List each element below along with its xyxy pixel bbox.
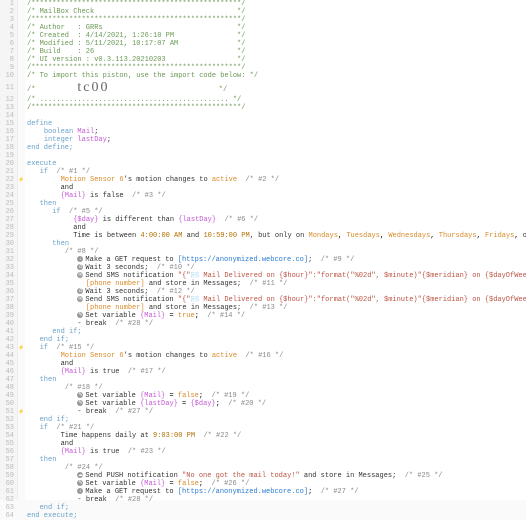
comment: /* Build : 26 */ bbox=[27, 48, 245, 56]
variable: lastDay bbox=[77, 136, 106, 144]
trigger-icon: ⚡ bbox=[18, 176, 25, 184]
text: Time is between bbox=[73, 232, 136, 240]
text: Wait 3 seconds; bbox=[85, 264, 148, 272]
keyword: end if; bbox=[40, 336, 69, 344]
string: "{"✉️ Mail Delivered on {$hour}":"format… bbox=[178, 296, 526, 304]
keyword: integer bbox=[44, 136, 73, 144]
set-icon: ✎ bbox=[77, 480, 83, 486]
keyword: end if; bbox=[40, 504, 69, 512]
comment: /* UI version : v0.3.113.20210203 */ bbox=[27, 56, 245, 64]
variable: Mail bbox=[77, 128, 94, 136]
keyword-then: then bbox=[40, 200, 57, 208]
text: Set variable bbox=[85, 312, 135, 320]
keyword-define: define bbox=[27, 120, 52, 128]
text: is false bbox=[90, 192, 124, 200]
keyword-if: if bbox=[40, 344, 48, 352]
breakpoint-gutter: ⚡ ⚡ ⚡ bbox=[18, 0, 25, 500]
keyword-if: if bbox=[52, 208, 60, 216]
state: active bbox=[212, 176, 237, 184]
import-code: tc00 bbox=[77, 80, 109, 95]
set-icon: ✎ bbox=[77, 312, 83, 318]
keyword: end execute; bbox=[27, 512, 77, 520]
time: 10:59:00 PM bbox=[203, 232, 249, 240]
text: and store in Messages; bbox=[149, 304, 241, 312]
keyword: boolean bbox=[44, 128, 73, 136]
device: Motion Sensor 6 bbox=[61, 352, 124, 360]
comment: /* Modified : 5/11/2021, 10:17:07 AM */ bbox=[27, 40, 245, 48]
comment: /***************************************… bbox=[27, 104, 245, 112]
comment: /***************************************… bbox=[27, 16, 245, 24]
string: "{"✉️ Mail Delivered on {$hour}":"format… bbox=[178, 272, 526, 280]
keyword-execute: execute bbox=[27, 160, 56, 168]
keyword-then: then bbox=[40, 456, 57, 464]
comment: /* #1 */ bbox=[56, 168, 90, 176]
time: 9:03:00 PM bbox=[153, 432, 195, 440]
trigger-icon: ⚡ bbox=[18, 344, 25, 352]
text: is true bbox=[90, 368, 119, 376]
variable: {lastDay} bbox=[178, 216, 216, 224]
text: and store in Messages; bbox=[149, 280, 241, 288]
text: Make a GET request to bbox=[85, 256, 173, 264]
set-icon: ✎ bbox=[77, 400, 83, 406]
comment: /* .....................................… bbox=[27, 96, 241, 104]
url[interactable]: [https://anonymized.webcore.co] bbox=[178, 256, 308, 264]
clock-icon: ⏱ bbox=[77, 288, 83, 294]
time: 4:00:00 AM bbox=[140, 232, 182, 240]
keyword: end if; bbox=[40, 416, 69, 424]
keyword-break: - break bbox=[77, 320, 106, 328]
comment: /* bbox=[27, 86, 77, 94]
trigger-icon: ⚡ bbox=[18, 408, 25, 416]
push-icon: ☁ bbox=[77, 472, 83, 478]
text: is different than bbox=[103, 216, 174, 224]
variable: {$day} bbox=[73, 216, 98, 224]
keyword-then: then bbox=[40, 376, 57, 384]
set-icon: ✎ bbox=[77, 392, 83, 398]
comment: /* To import this piston, use the import… bbox=[27, 72, 258, 80]
keyword-break: - break bbox=[77, 408, 106, 416]
device: Motion Sensor 6 bbox=[61, 176, 124, 184]
keyword-break: - break bbox=[77, 496, 106, 504]
keyword: end define; bbox=[27, 144, 73, 152]
keyword: and bbox=[73, 224, 86, 232]
text: 's motion changes to bbox=[124, 176, 208, 184]
comment: /***************************************… bbox=[27, 0, 245, 8]
contact: [phone number] bbox=[86, 304, 145, 312]
text: Send SMS notification bbox=[85, 296, 173, 304]
string: "No one got the mail today!" bbox=[182, 472, 300, 480]
contact: [phone number] bbox=[86, 280, 145, 288]
text: Time happens daily at bbox=[61, 432, 149, 440]
text: Send SMS notification bbox=[85, 272, 173, 280]
keyword: end if; bbox=[52, 328, 81, 336]
keyword-then: then bbox=[52, 240, 69, 248]
comment: /* Created : 4/14/2021, 1:26:10 PM */ bbox=[27, 32, 245, 40]
sms-icon: ✉ bbox=[77, 296, 83, 302]
keyword: and bbox=[61, 184, 74, 192]
line-number-gutter: 1234567891011121314151617181920212223242… bbox=[0, 0, 18, 500]
variable: {Mail} bbox=[61, 192, 86, 200]
keyword-if: if bbox=[40, 168, 48, 176]
sms-icon: ✉ bbox=[77, 272, 83, 278]
code-editor[interactable]: /***************************************… bbox=[25, 0, 526, 500]
url[interactable]: [https://anonymized.webcore.co] bbox=[178, 488, 308, 496]
download-icon: ↓ bbox=[77, 256, 83, 262]
text: , but only on bbox=[250, 232, 305, 240]
comment: /***************************************… bbox=[27, 64, 245, 72]
comment: /* MailBox Check */ bbox=[27, 8, 245, 16]
comment: /* Author : GRRs */ bbox=[27, 24, 245, 32]
clock-icon: ⏱ bbox=[77, 264, 83, 270]
text: Send PUSH notification bbox=[85, 472, 177, 480]
download-icon: ↓ bbox=[77, 488, 83, 494]
keyword-if: if bbox=[40, 424, 48, 432]
text: Wait 3 seconds; bbox=[85, 288, 148, 296]
